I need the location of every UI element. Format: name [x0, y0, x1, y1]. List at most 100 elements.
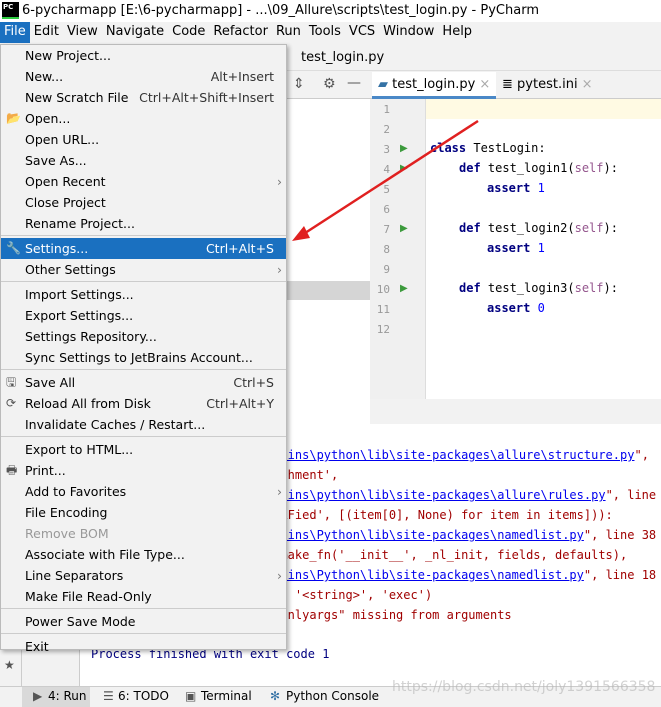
menu-item-open-recent[interactable]: Open Recent › — [1, 171, 286, 192]
menu-item-label: New... — [25, 69, 64, 84]
menu-edit[interactable]: Edit — [30, 22, 63, 43]
menu-tools[interactable]: Tools — [305, 22, 345, 43]
menu-item-print[interactable]: 🖶 Print... — [1, 460, 286, 481]
line-number: 12 — [376, 323, 390, 336]
menu-item-new-project[interactable]: New Project... — [1, 45, 286, 66]
line-number: 6 — [383, 203, 390, 216]
menu-item-reload-all-from-disk[interactable]: ⟳ Reload All from Disk Ctrl+Alt+Y — [1, 393, 286, 414]
breadcrumb-file[interactable]: test_login.py — [301, 50, 384, 65]
run-gutter-icon[interactable]: ▶ — [400, 163, 408, 174]
reload-icon: ⟳ — [6, 396, 17, 410]
title-bar: PC 6-pycharmapp [E:\6-pycharmapp] - ...\… — [0, 0, 661, 22]
run-gutter-icon[interactable]: ▶ — [400, 283, 408, 294]
menu-item-file-encoding[interactable]: File Encoding — [1, 502, 286, 523]
tab-label: test_login.py — [392, 77, 476, 92]
file-link[interactable]: Brains\Python\lib\site-packages\namedlis… — [266, 528, 584, 542]
menu-item-open-url[interactable]: Open URL... — [1, 129, 286, 150]
menu-item-label: Export to HTML... — [25, 442, 134, 457]
code-line-4: def test_login1(self): — [459, 161, 618, 175]
chevron-right-icon: › — [277, 174, 282, 189]
menu-help[interactable]: Help — [438, 22, 476, 43]
file-link[interactable]: brains\python\lib\site-packages\allure\s… — [266, 448, 634, 462]
todo-tool-button[interactable]: 6: TODO — [118, 689, 169, 703]
gear-icon[interactable]: ⚙ — [323, 76, 336, 92]
menu-item-label: Line Separators — [25, 568, 124, 583]
menu-item-settings[interactable]: 🔧 Settings... Ctrl+Alt+S — [1, 238, 286, 259]
editor-tabs: ▰ test_login.py × ≣ pytest.ini × — [370, 72, 661, 99]
tab-test-login[interactable]: ▰ test_login.py × — [372, 72, 497, 99]
selected-row[interactable] — [287, 281, 370, 300]
watermark: https://blog.csdn.net/joly1391566358 — [392, 679, 656, 695]
console-text: osonlyargs" missing from arguments — [266, 608, 512, 622]
code-editor[interactable]: class TestLogin: def test_login1(self): … — [426, 99, 661, 399]
menu-item-line-separators[interactable]: Line Separators › — [1, 565, 286, 586]
menu-item-export-to-html[interactable]: Export to HTML... — [1, 439, 286, 460]
console-line: brains\python\lib\site-packages\allure\r… — [266, 488, 656, 502]
wrench-icon: 🔧 — [6, 241, 21, 255]
shortcut-label: Alt+Insert — [210, 69, 274, 84]
console-line: de, '<string>', 'exec') — [266, 588, 432, 602]
menu-item-save-as[interactable]: Save As... — [1, 150, 286, 171]
close-icon[interactable]: × — [582, 77, 593, 92]
run-gutter-icon[interactable]: ▶ — [400, 223, 408, 234]
run-tool-label[interactable]: 4: Run — [48, 689, 87, 703]
menu-item-invalidate-caches-restart[interactable]: Invalidate Caches / Restart... — [1, 414, 286, 435]
tab-pytest-ini[interactable]: ≣ pytest.ini × — [496, 72, 598, 99]
menu-item-label: Print... — [25, 463, 66, 478]
file-link[interactable]: brains\python\lib\site-packages\allure\r… — [266, 488, 606, 502]
run-gutter-icon[interactable]: ▶ — [400, 143, 408, 154]
menu-item-save-all[interactable]: 🖫 Save All Ctrl+S — [1, 372, 286, 393]
project-panel — [287, 99, 370, 424]
terminal-tool-button[interactable]: Terminal — [201, 689, 252, 703]
line-number: 8 — [383, 243, 390, 256]
menu-item-other-settings[interactable]: Other Settings › — [1, 259, 286, 280]
menu-item-label: Reload All from Disk — [25, 396, 151, 411]
menu-item-make-file-read-only[interactable]: Make File Read-Only — [1, 586, 286, 607]
project-toolbar: ⇕ ⚙ — — [287, 72, 370, 99]
menu-item-rename-project[interactable]: Rename Project... — [1, 213, 286, 234]
file-link[interactable]: Brains\Python\lib\site-packages\namedlis… — [266, 568, 584, 582]
star-icon[interactable]: ★ — [4, 658, 15, 672]
menu-item-label: Other Settings — [25, 262, 116, 277]
menu-refactor[interactable]: Refactor — [209, 22, 272, 43]
line-number: 5 — [383, 183, 390, 196]
collapse-icon[interactable]: ⇕ — [293, 76, 305, 92]
line-number: 7 — [383, 223, 390, 236]
save-icon: 🖫 — [6, 375, 17, 389]
menu-run[interactable]: Run — [272, 22, 305, 43]
menu-vcs[interactable]: VCS — [345, 22, 379, 43]
code-line-7: def test_login2(self): — [459, 221, 618, 235]
print-icon: 🖶 — [6, 463, 18, 477]
hide-icon[interactable]: — — [347, 75, 361, 91]
console-line: Brains\Python\lib\site-packages\namedlis… — [266, 568, 656, 582]
menu-item-new-scratch-file[interactable]: New Scratch File Ctrl+Alt+Shift+Insert — [1, 87, 286, 108]
close-icon[interactable]: × — [479, 77, 490, 92]
menu-item-close-project[interactable]: Close Project — [1, 192, 286, 213]
menu-item-import-settings[interactable]: Import Settings... — [1, 284, 286, 305]
ini-file-icon: ≣ — [502, 77, 513, 92]
line-number: 10 — [376, 283, 390, 296]
menu-item-power-save-mode[interactable]: Power Save Mode — [1, 611, 286, 632]
menu-item-label: Add to Favorites — [25, 484, 127, 499]
menu-item-open[interactable]: 📂 Open... — [1, 108, 286, 129]
menu-view[interactable]: View — [63, 22, 102, 43]
menu-item-add-to-favorites[interactable]: Add to Favorites › — [1, 481, 286, 502]
menu-code[interactable]: Code — [168, 22, 209, 43]
menu-item-new[interactable]: New... Alt+Insert — [1, 66, 286, 87]
menu-file[interactable]: File — [0, 22, 30, 43]
line-number: 1 — [383, 103, 390, 116]
menu-navigate[interactable]: Navigate — [102, 22, 168, 43]
python-console-button[interactable]: Python Console — [286, 689, 379, 703]
menu-window[interactable]: Window — [379, 22, 438, 43]
menu-item-label: Open... — [25, 111, 71, 126]
console-text: ", line 38 — [583, 528, 657, 542]
pycharm-logo-icon: PC — [2, 2, 19, 19]
menu-item-export-settings[interactable]: Export Settings... — [1, 305, 286, 326]
shortcut-label: Ctrl+Alt+Y — [206, 396, 274, 411]
menu-item-sync-settings-to-jetbrains-account[interactable]: Sync Settings to JetBrains Account... — [1, 347, 286, 368]
menu-item-settings-repository[interactable]: Settings Repository... — [1, 326, 286, 347]
console-line: XMLFied', [(item[0], None) for item in i… — [266, 508, 613, 522]
menu-item-associate-with-file-type[interactable]: Associate with File Type... — [1, 544, 286, 565]
menu-item-label: Export Settings... — [25, 308, 134, 323]
menu-item-exit[interactable]: Exit — [1, 636, 286, 657]
